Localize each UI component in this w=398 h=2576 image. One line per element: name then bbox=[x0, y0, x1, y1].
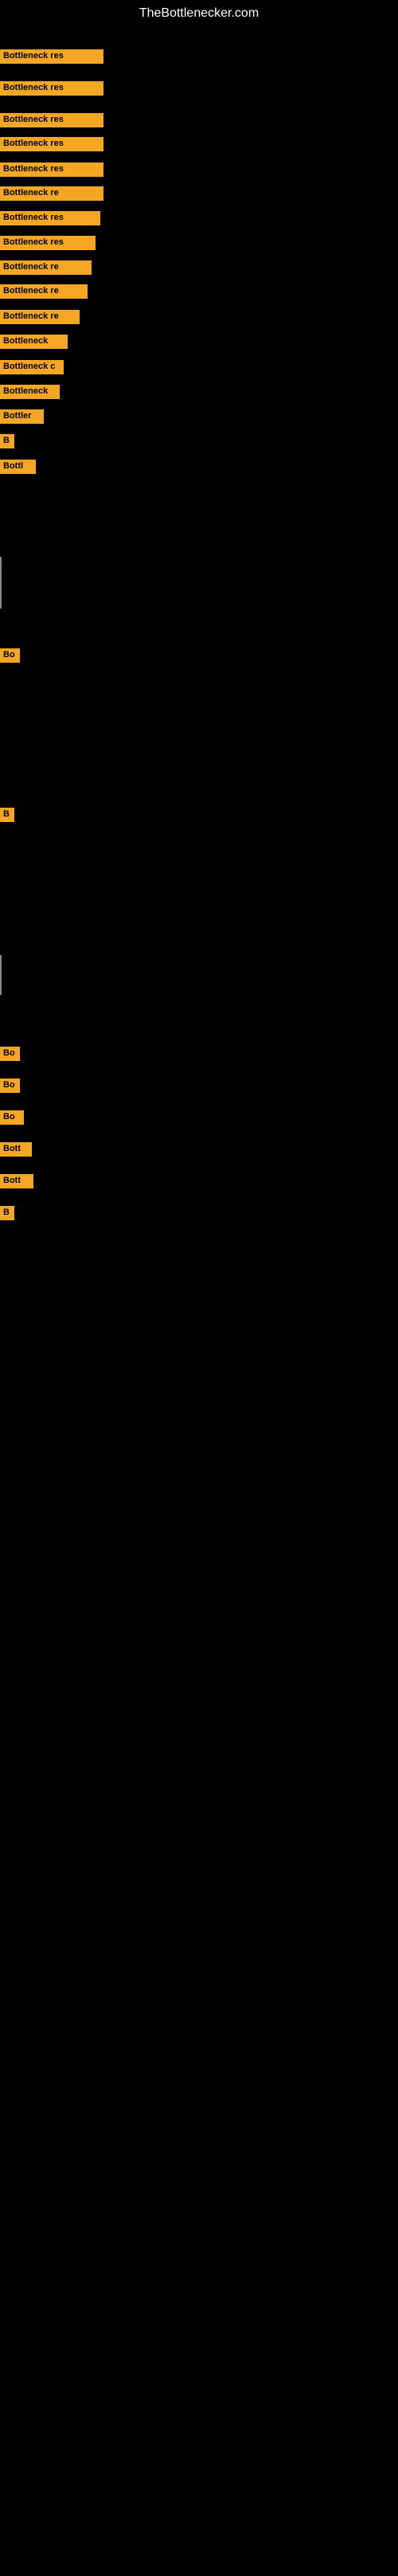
bar-label-24: Bott bbox=[0, 1142, 32, 1157]
bar-label-25: Bott bbox=[0, 1174, 33, 1188]
bar-item-21: Bo bbox=[0, 1047, 20, 1061]
bar-item-9: Bottleneck re bbox=[0, 284, 88, 299]
bar-label-10: Bottleneck re bbox=[0, 310, 80, 324]
bar-item-23: Bo bbox=[0, 1110, 24, 1125]
bar-item-3: Bottleneck res bbox=[0, 137, 103, 151]
bar-item-15: B bbox=[0, 434, 14, 448]
axis-line-0 bbox=[0, 557, 2, 597]
bar-label-23: Bo bbox=[0, 1110, 24, 1125]
bar-label-6: Bottleneck res bbox=[0, 211, 100, 225]
bar-item-1: Bottleneck res bbox=[0, 81, 103, 96]
bar-label-22: Bo bbox=[0, 1079, 20, 1093]
bar-item-18: Bo bbox=[0, 648, 20, 663]
bar-item-0: Bottleneck res bbox=[0, 49, 103, 64]
bar-item-11: Bottleneck bbox=[0, 335, 68, 349]
bar-label-15: B bbox=[0, 434, 14, 448]
bar-item-6: Bottleneck res bbox=[0, 211, 100, 225]
bar-label-21: Bo bbox=[0, 1047, 20, 1061]
site-title: TheBottlenecker.com bbox=[0, 0, 398, 27]
bar-label-12: Bottleneck c bbox=[0, 360, 64, 374]
bar-item-10: Bottleneck re bbox=[0, 310, 80, 324]
bar-label-16: Bottl bbox=[0, 460, 36, 474]
bar-item-14: Bottler bbox=[0, 409, 44, 424]
bar-label-0: Bottleneck res bbox=[0, 49, 103, 64]
bar-label-19: B bbox=[0, 808, 14, 822]
bar-label-1: Bottleneck res bbox=[0, 81, 103, 96]
bar-item-19: B bbox=[0, 808, 14, 822]
bar-item-24: Bott bbox=[0, 1142, 32, 1157]
bar-item-12: Bottleneck c bbox=[0, 360, 64, 374]
bar-item-4: Bottleneck res bbox=[0, 162, 103, 177]
bar-item-22: Bo bbox=[0, 1079, 20, 1093]
bar-label-8: Bottleneck re bbox=[0, 260, 92, 275]
bar-label-3: Bottleneck res bbox=[0, 137, 103, 151]
bar-label-9: Bottleneck re bbox=[0, 284, 88, 299]
bar-label-5: Bottleneck re bbox=[0, 186, 103, 201]
bar-label-14: Bottler bbox=[0, 409, 44, 424]
bar-item-13: Bottleneck bbox=[0, 385, 60, 399]
bar-label-4: Bottleneck res bbox=[0, 162, 103, 177]
bar-label-18: Bo bbox=[0, 648, 20, 663]
bar-item-16: Bottl bbox=[0, 460, 36, 474]
bar-item-8: Bottleneck re bbox=[0, 260, 92, 275]
bar-label-7: Bottleneck res bbox=[0, 236, 96, 250]
bar-label-2: Bottleneck res bbox=[0, 113, 103, 127]
bar-item-7: Bottleneck res bbox=[0, 236, 96, 250]
bar-label-13: Bottleneck bbox=[0, 385, 60, 399]
bar-item-5: Bottleneck re bbox=[0, 186, 103, 201]
axis-line-1 bbox=[0, 955, 2, 995]
bar-label-26: B bbox=[0, 1206, 14, 1220]
bar-item-26: B bbox=[0, 1206, 14, 1220]
bar-item-25: Bott bbox=[0, 1174, 33, 1188]
bar-item-2: Bottleneck res bbox=[0, 113, 103, 127]
bar-label-11: Bottleneck bbox=[0, 335, 68, 349]
